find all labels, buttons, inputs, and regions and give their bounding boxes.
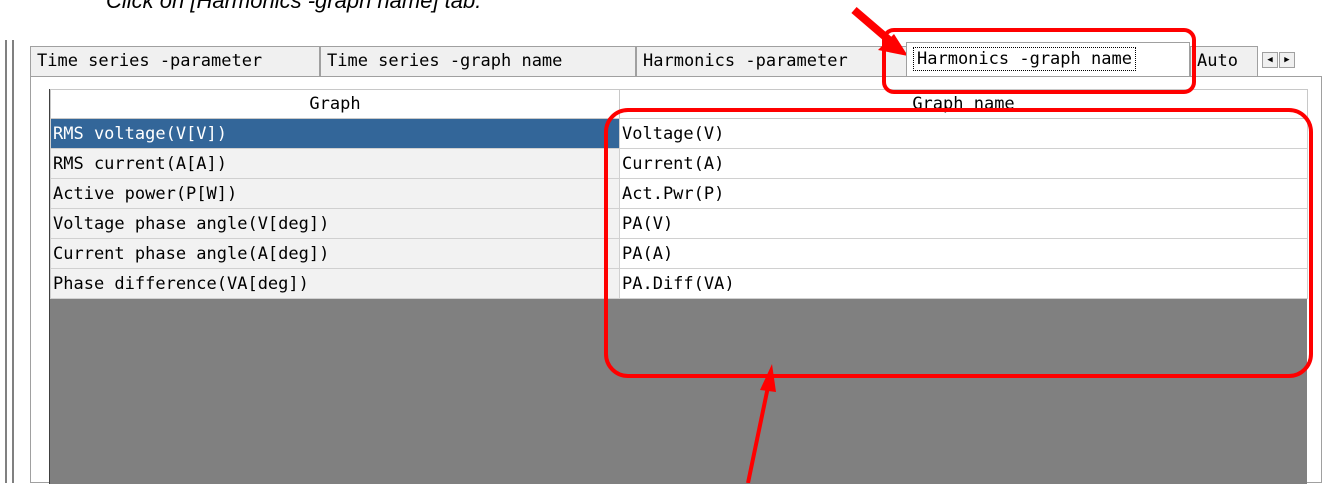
graph-name-grid: Graph Graph name RMS voltage(V[V]) Volta…	[49, 89, 1308, 484]
graph-cell[interactable]: Phase difference(VA[deg])	[50, 268, 620, 299]
graph-cell[interactable]: RMS current(A[A])	[50, 148, 620, 179]
graph-cell[interactable]: Current phase angle(A[deg])	[50, 238, 620, 269]
tab-time-series-graph-name[interactable]: Time series -graph name	[320, 46, 636, 76]
tab-auto[interactable]: Auto	[1190, 46, 1258, 76]
tab-label: Time series -graph name	[327, 51, 563, 71]
graph-name-cell[interactable]: Act.Pwr(P)	[619, 178, 1308, 209]
tab-pointer-arrow	[851, 6, 899, 50]
window-border-inner	[12, 40, 14, 483]
graph-name-cell[interactable]: PA.Diff(VA)	[619, 268, 1308, 299]
table-row[interactable]: Phase difference(VA[deg]) PA.Diff(VA)	[50, 268, 1308, 299]
chevron-right-icon: ▶	[1284, 55, 1290, 65]
table-row[interactable]: Active power(P[W]) Act.Pwr(P)	[50, 178, 1308, 209]
graph-cell[interactable]: Voltage phase angle(V[deg])	[50, 208, 620, 239]
tab-label: Time series -parameter	[37, 51, 263, 71]
tab-harmonics-graph-name[interactable]: Harmonics -graph name	[906, 42, 1190, 76]
graph-name-cell[interactable]: Current(A)	[619, 148, 1308, 179]
table-row[interactable]: Current phase angle(A[deg]) PA(A)	[50, 238, 1308, 269]
tab-strip: Time series -parameter Time series -grap…	[30, 42, 1322, 76]
column-header-graph: Graph	[50, 89, 620, 119]
tab-scroll-left-button[interactable]: ◀	[1262, 52, 1278, 68]
graph-cell[interactable]: Active power(P[W])	[50, 178, 620, 209]
graph-cell[interactable]: RMS voltage(V[V])	[50, 118, 620, 149]
tab-label: Harmonics -parameter	[643, 51, 848, 71]
table-header-row: Graph Graph name	[50, 89, 1308, 119]
graph-name-table: Graph Graph name RMS voltage(V[V]) Volta…	[50, 89, 1308, 299]
column-header-graph-name: Graph name	[619, 89, 1308, 119]
tab-label: Auto	[1197, 51, 1238, 71]
window-border-left	[5, 40, 7, 483]
graph-name-cell[interactable]: PA(V)	[619, 208, 1308, 239]
graph-name-cell[interactable]: PA(A)	[619, 238, 1308, 269]
chevron-left-icon: ◀	[1267, 55, 1273, 65]
tab-label: Harmonics -graph name	[913, 47, 1136, 71]
tab-panel: Graph Graph name RMS voltage(V[V]) Volta…	[30, 76, 1322, 484]
instruction-text: Click on [Harmonics -graph name] tab.	[106, 0, 482, 13]
graph-name-cell[interactable]: Voltage(V)	[619, 118, 1308, 149]
tab-time-series-parameter[interactable]: Time series -parameter	[30, 46, 320, 76]
table-row[interactable]: RMS voltage(V[V]) Voltage(V)	[50, 118, 1308, 149]
tab-harmonics-parameter[interactable]: Harmonics -parameter	[636, 46, 908, 76]
tab-scroll-right-button[interactable]: ▶	[1279, 52, 1295, 68]
table-row[interactable]: RMS current(A[A]) Current(A)	[50, 148, 1308, 179]
table-row[interactable]: Voltage phase angle(V[deg]) PA(V)	[50, 208, 1308, 239]
